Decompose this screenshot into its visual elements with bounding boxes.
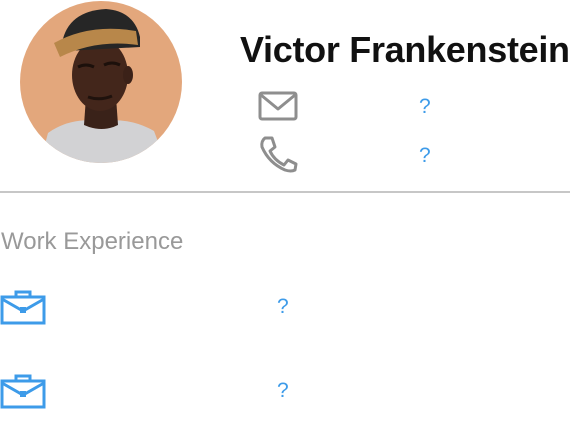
job-item-value[interactable]: ?	[277, 295, 289, 319]
envelope-icon	[257, 86, 299, 126]
divider	[0, 191, 570, 193]
briefcase-icon	[0, 373, 46, 409]
phone-value[interactable]: ?	[419, 144, 431, 168]
briefcase-icon	[0, 289, 46, 325]
job-item-value[interactable]: ?	[277, 379, 289, 403]
profile-name: Victor Frankenstein	[240, 29, 570, 70]
avatar	[20, 1, 182, 163]
phone-icon	[257, 134, 299, 174]
section-title-work-experience: Work Experience	[1, 228, 184, 255]
email-value[interactable]: ?	[419, 95, 431, 119]
